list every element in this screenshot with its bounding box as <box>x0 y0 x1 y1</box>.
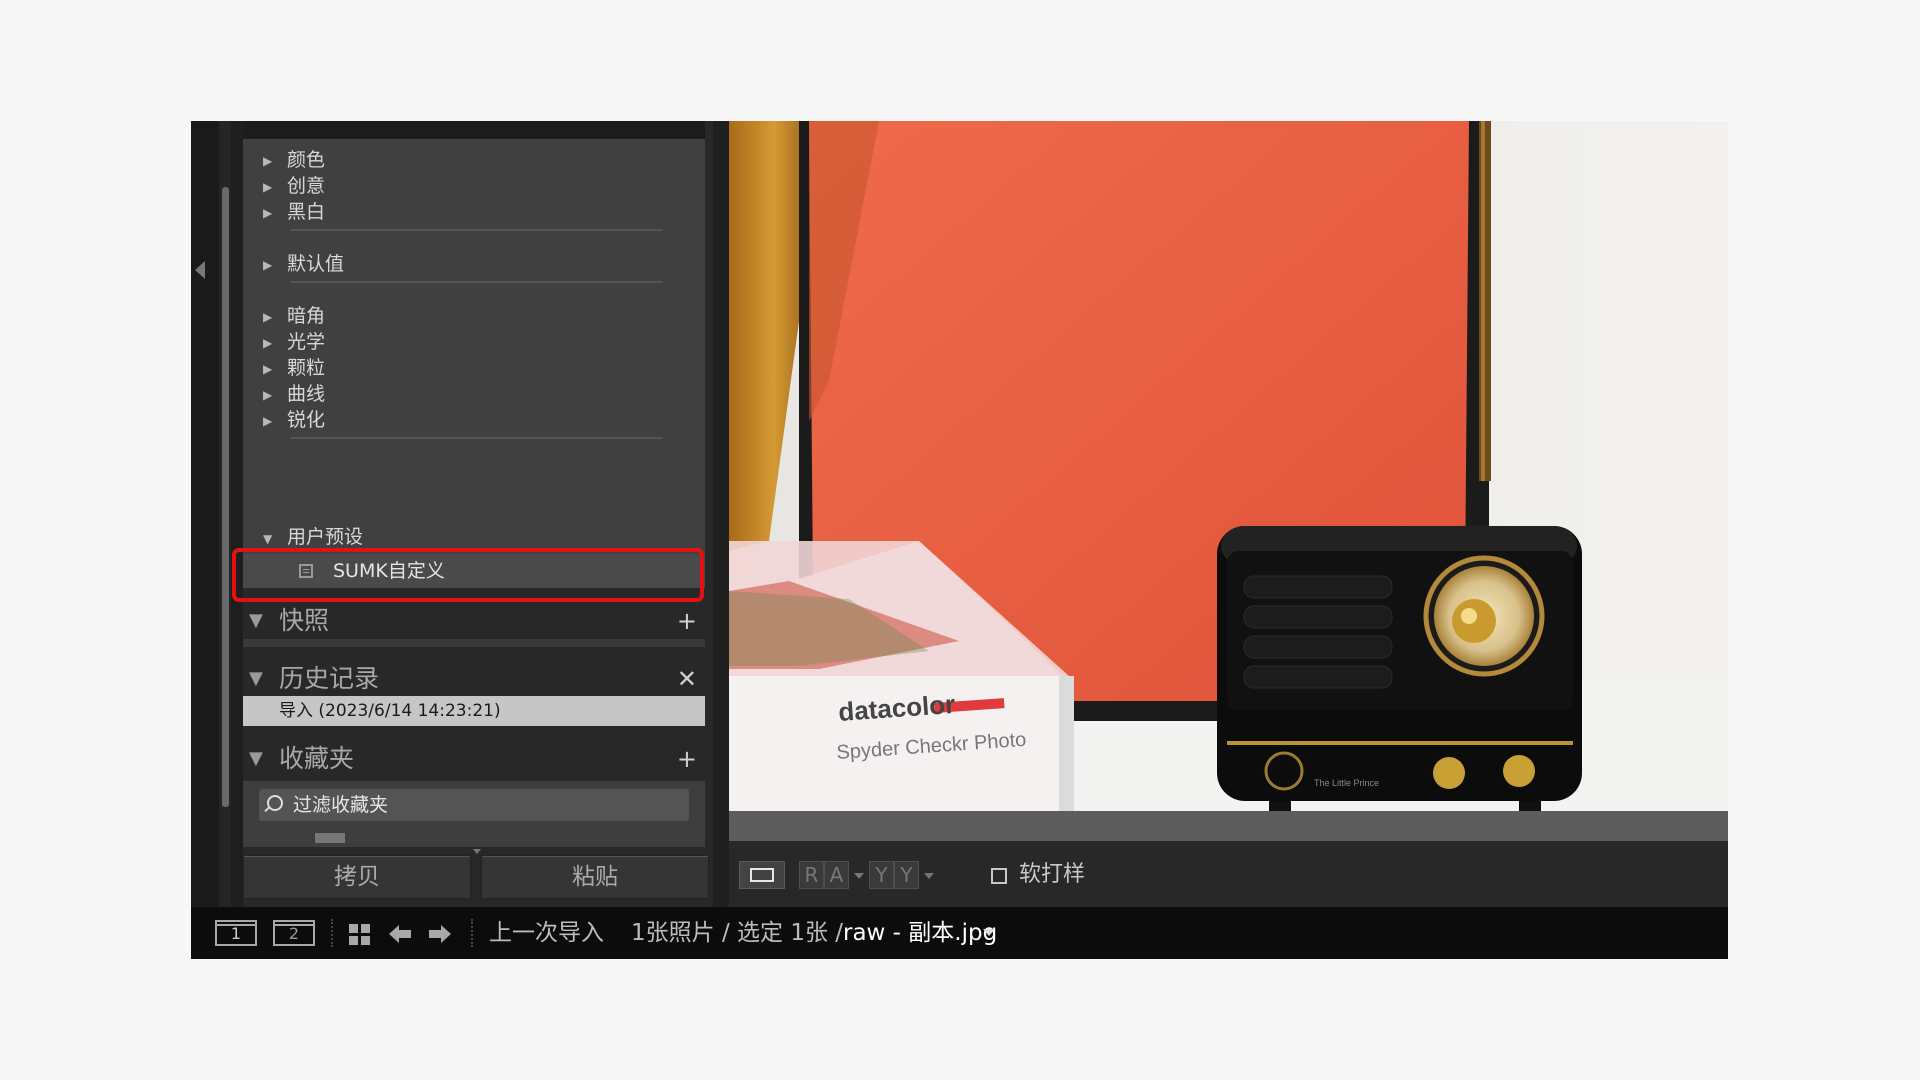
history-entry[interactable]: 导入 (2023/6/14 14:23:21) <box>243 696 705 726</box>
collections-header[interactable]: ▼ 收藏夹 + <box>243 737 705 781</box>
photo-preview: datacolor Spyder Checkr Photo The Little… <box>729 121 1728 811</box>
loupe-view-button[interactable] <box>739 861 785 889</box>
panel-resize-handle[interactable] <box>473 849 481 854</box>
annotation-highlight-box <box>232 548 704 602</box>
copy-button[interactable]: 拷贝 <box>243 855 471 899</box>
preset-group-grain[interactable]: ▶ 颗粒 <box>263 355 325 381</box>
develop-left-panel: ▶ 颜色 ▶ 创意 ▶ 黑白 ▶ 默认值 ▶ 暗角 ▶ 光学 ▶ 颗粒 ▶ 曲线 ▶ 锐化 ▼ 用户… <box>232 121 713 907</box>
expand-triangle-icon: ▶ <box>263 413 273 428</box>
expand-triangle-icon: ▶ <box>263 153 273 168</box>
panel-divider <box>713 121 729 907</box>
image-viewer: datacolor Spyder Checkr Photo The Little… <box>729 121 1728 841</box>
before-after-lr-button[interactable]: R <box>799 861 824 889</box>
secondary-display-button[interactable]: 2 <box>273 920 315 946</box>
soft-proofing-label: 软打样 <box>1019 862 1086 887</box>
soft-proofing-checkbox[interactable] <box>991 868 1007 884</box>
presets-list: ▶ 颜色 ▶ 创意 ▶ 黑白 ▶ 默认值 ▶ 暗角 ▶ 光学 ▶ 颗粒 ▶ 曲线 ▶ 锐化 <box>243 139 705 559</box>
radio-brand-text: The Little Prince <box>1314 778 1379 788</box>
develop-toolbar: R A Y Y 软打样 <box>729 841 1728 907</box>
divider <box>291 437 663 439</box>
preset-group-curve[interactable]: ▶ 曲线 <box>263 381 325 407</box>
preset-group-color[interactable]: ▶ 颜色 <box>263 147 325 173</box>
arrow-right-icon[interactable] <box>427 924 451 944</box>
before-after-yy-button-b[interactable]: Y <box>894 861 919 889</box>
filmstrip-filename[interactable]: raw - 副本.jpg <box>843 917 997 949</box>
preset-group-optics[interactable]: ▶ 光学 <box>263 329 325 355</box>
grid-view-icon[interactable] <box>349 924 371 946</box>
expand-triangle-icon: ▶ <box>263 205 273 220</box>
search-icon <box>267 795 283 811</box>
preset-group-defaults[interactable]: ▶ 默认值 <box>263 251 344 277</box>
snapshots-panel-body <box>243 639 705 647</box>
filter-collections-input[interactable]: 过滤收藏夹 <box>259 789 689 821</box>
panel-scroll-thumb[interactable] <box>222 187 229 807</box>
add-snapshot-icon[interactable]: + <box>677 599 697 643</box>
expand-triangle-icon: ▶ <box>263 257 273 272</box>
chevron-down-icon[interactable] <box>983 929 995 936</box>
separator <box>331 919 333 947</box>
preset-group-bw[interactable]: ▶ 黑白 <box>263 199 325 225</box>
collapse-triangle-icon: ▼ <box>249 748 263 769</box>
expand-triangle-icon: ▶ <box>263 361 273 376</box>
snapshots-header[interactable]: ▼ 快照 + <box>243 599 705 643</box>
filmstrip-bar: 1 2 上一次导入 1张照片 / 选定 1张 / raw - 副本.jpg <box>191 907 1728 959</box>
primary-display-button[interactable]: 1 <box>215 920 257 946</box>
paste-button[interactable]: 粘贴 <box>481 855 709 899</box>
preset-group-sharpen[interactable]: ▶ 锐化 <box>263 407 325 433</box>
filmstrip-source-label[interactable]: 上一次导入 <box>489 917 604 949</box>
history-header[interactable]: ▼ 历史记录 ✕ <box>243 657 705 701</box>
separator <box>471 919 473 947</box>
collection-item-partial <box>315 833 345 843</box>
divider <box>291 229 663 231</box>
expand-triangle-icon: ▶ <box>263 179 273 194</box>
expand-triangle-icon: ▶ <box>263 335 273 350</box>
chevron-down-icon[interactable] <box>924 873 934 879</box>
arrow-left-icon[interactable] <box>389 924 413 944</box>
lightroom-window: ▶ 颜色 ▶ 创意 ▶ 黑白 ▶ 默认值 ▶ 暗角 ▶ 光学 ▶ 颗粒 ▶ 曲线 ▶ 锐化 ▼ 用户… <box>191 121 1728 959</box>
collapse-triangle-icon: ▼ <box>249 668 263 689</box>
expand-triangle-icon: ▶ <box>263 309 273 324</box>
collapse-left-panel-icon[interactable] <box>195 261 205 279</box>
before-after-yy-button[interactable]: Y <box>869 861 894 889</box>
preset-group-user[interactable]: ▼ 用户预设 <box>263 524 363 550</box>
add-collection-icon[interactable]: + <box>677 737 697 781</box>
preset-group-creative[interactable]: ▶ 创意 <box>263 173 325 199</box>
collections-panel-body: 过滤收藏夹 <box>243 781 705 847</box>
expand-triangle-icon: ▶ <box>263 387 273 402</box>
panel-top-bar <box>243 121 705 140</box>
filmstrip-count-label: 1张照片 / 选定 1张 / <box>631 920 844 946</box>
preset-group-vignette[interactable]: ▶ 暗角 <box>263 303 325 329</box>
chevron-down-icon[interactable] <box>854 873 864 879</box>
collapse-triangle-icon: ▼ <box>249 610 263 631</box>
divider <box>291 281 663 283</box>
clear-history-icon[interactable]: ✕ <box>677 657 697 701</box>
before-after-lr-button-b[interactable]: A <box>824 861 849 889</box>
left-panel-strip <box>191 121 221 907</box>
photo-image: datacolor Spyder Checkr Photo The Little… <box>729 121 1728 811</box>
